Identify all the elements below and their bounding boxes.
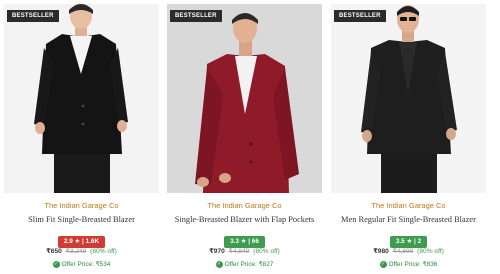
product-card[interactable]: BESTSELLER The Indian Garage Co Slim Fit… [4, 4, 159, 268]
bestseller-badge: BESTSELLER [7, 10, 59, 22]
sale-price: ₹970 [209, 248, 225, 255]
discount-percent: (80% off) [417, 248, 444, 255]
check-circle-icon: ✓ [52, 260, 60, 268]
product-title[interactable]: Men Regular Fit Single-Breasted Blazer [331, 215, 486, 224]
brand-name: The Indian Garage Co [207, 201, 282, 210]
offer-row: ✓ Offer Price: ₹534 [4, 260, 159, 268]
product-title[interactable]: Single-Breasted Blazer with Flap Pockets [167, 215, 322, 224]
bestseller-badge: BESTSELLER [334, 10, 386, 22]
offer-row: ✓ Offer Price: ₹836 [331, 260, 486, 268]
product-card[interactable]: BESTSELLER The Indian Garage Co Men Regu… [331, 4, 486, 268]
product-photo-dark-blazer [331, 4, 486, 193]
product-photo-black-blazer [4, 4, 159, 193]
price-row: ₹650 ₹3,249 (80% off) [4, 247, 159, 255]
check-circle-icon: ✓ [215, 260, 223, 268]
sale-price: ₹980 [373, 248, 389, 255]
product-image[interactable]: BESTSELLER [167, 4, 322, 193]
sale-price: ₹650 [46, 248, 62, 255]
product-title[interactable]: Slim Fit Single-Breasted Blazer [4, 215, 159, 224]
product-photo-red-blazer [167, 4, 322, 193]
offer-price: Offer Price: ₹836 [388, 261, 438, 268]
discount-percent: (80% off) [90, 248, 117, 255]
offer-price: Offer Price: ₹534 [61, 261, 111, 268]
offer-row: ✓ Offer Price: ₹827 [167, 260, 322, 268]
product-card[interactable]: BESTSELLER The Indian Garage Co Single-B… [167, 4, 322, 268]
discount-percent: (80% off) [253, 248, 280, 255]
product-image[interactable]: BESTSELLER [4, 4, 159, 193]
mrp-price: ₹3,249 [65, 248, 87, 255]
brand-name: The Indian Garage Co [371, 201, 446, 210]
mrp-price: ₹4,849 [228, 248, 250, 255]
bestseller-badge: BESTSELLER [170, 10, 222, 22]
brand-name: The Indian Garage Co [44, 201, 119, 210]
product-image[interactable]: BESTSELLER [331, 4, 486, 193]
product-grid: BESTSELLER The Indian Garage Co Slim Fit… [0, 0, 500, 274]
price-row: ₹980 ₹4,899 (80% off) [331, 247, 486, 255]
price-row: ₹970 ₹4,849 (80% off) [167, 247, 322, 255]
offer-price: Offer Price: ₹827 [224, 261, 274, 268]
check-circle-icon: ✓ [379, 260, 387, 268]
mrp-price: ₹4,899 [392, 248, 414, 255]
